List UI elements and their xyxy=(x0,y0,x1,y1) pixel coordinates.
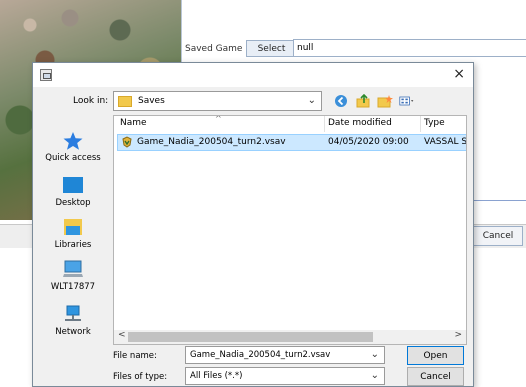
libraries-icon xyxy=(62,218,84,236)
file-chooser-dialog: × Look in: Saves ⌄ Quick access Desktop … xyxy=(32,62,474,387)
table-row[interactable]: Game_Nadia_200504_turn2.vsav 04/05/2020 … xyxy=(117,134,467,151)
place-label: Quick access xyxy=(45,153,101,163)
place-quick-access[interactable]: Quick access xyxy=(41,131,105,163)
look-in-value: Saves xyxy=(138,96,165,106)
file-type-cell: VASSAL Sa xyxy=(424,137,467,147)
saved-game-label: Saved Game xyxy=(185,43,243,54)
saved-game-field[interactable]: null xyxy=(293,39,526,57)
up-one-level-icon[interactable] xyxy=(355,93,371,109)
computer-icon xyxy=(62,260,84,278)
back-icon[interactable] xyxy=(333,93,349,109)
title-bar: × xyxy=(33,63,473,87)
place-label: Desktop xyxy=(55,198,91,208)
close-icon[interactable]: × xyxy=(453,66,465,82)
file-type-value: All Files (*.*) xyxy=(190,371,243,381)
place-libraries[interactable]: Libraries xyxy=(41,218,105,250)
desktop-icon xyxy=(62,176,84,194)
column-header-date[interactable]: Date modified xyxy=(328,118,392,128)
horizontal-scrollbar[interactable]: < > xyxy=(114,330,466,344)
cancel-button[interactable]: Cancel xyxy=(473,226,523,246)
view-menu-icon[interactable] xyxy=(399,93,415,109)
saved-game-row: Saved Game Select xyxy=(185,39,297,58)
look-in-label: Look in: xyxy=(73,96,109,106)
place-network[interactable]: Network xyxy=(41,305,105,337)
sort-ascending-icon: ^ xyxy=(215,115,222,123)
divider xyxy=(324,116,325,132)
chevron-down-icon: ⌄ xyxy=(370,349,379,360)
place-label: Network xyxy=(55,327,91,337)
cancel-button[interactable]: Cancel xyxy=(407,367,464,386)
select-button[interactable]: Select xyxy=(246,40,297,57)
chevron-down-icon: ⌄ xyxy=(307,95,316,106)
place-label: Libraries xyxy=(54,240,92,250)
star-icon xyxy=(62,131,84,150)
chevron-down-icon: ⌄ xyxy=(370,370,379,381)
file-name-label: File name: xyxy=(113,351,157,361)
open-button[interactable]: Open xyxy=(407,346,464,365)
file-list[interactable]: ^ Name Date modified Type Game_Nadia_200… xyxy=(113,115,467,345)
file-name-value: Game_Nadia_200504_turn2.vsav xyxy=(190,350,331,360)
scroll-left-icon[interactable]: < xyxy=(118,330,126,340)
file-name-input[interactable]: Game_Nadia_200504_turn2.vsav ⌄ xyxy=(185,346,385,364)
scrollbar-thumb[interactable] xyxy=(128,332,373,342)
place-desktop[interactable]: Desktop xyxy=(41,176,105,208)
folder-icon xyxy=(118,95,132,107)
column-header-type[interactable]: Type xyxy=(424,118,445,128)
new-folder-icon[interactable] xyxy=(377,93,393,109)
network-icon xyxy=(62,305,84,323)
file-name-cell: Game_Nadia_200504_turn2.vsav xyxy=(137,137,286,147)
file-date-cell: 04/05/2020 09:00 xyxy=(328,137,409,147)
vassal-file-icon xyxy=(121,136,133,151)
places-bar: Quick access Desktop Libraries WLT17877 … xyxy=(41,115,105,355)
navigation-toolbar xyxy=(333,93,415,109)
place-label: WLT17877 xyxy=(50,282,96,292)
app-icon xyxy=(40,69,52,81)
divider xyxy=(420,116,421,132)
file-type-dropdown[interactable]: All Files (*.*) ⌄ xyxy=(185,367,385,385)
look-in-dropdown[interactable]: Saves ⌄ xyxy=(113,91,322,111)
column-header-name[interactable]: Name xyxy=(120,118,147,128)
file-type-label: Files of type: xyxy=(113,372,168,382)
scroll-right-icon[interactable]: > xyxy=(454,330,462,340)
place-this-pc[interactable]: WLT17877 xyxy=(41,260,105,292)
